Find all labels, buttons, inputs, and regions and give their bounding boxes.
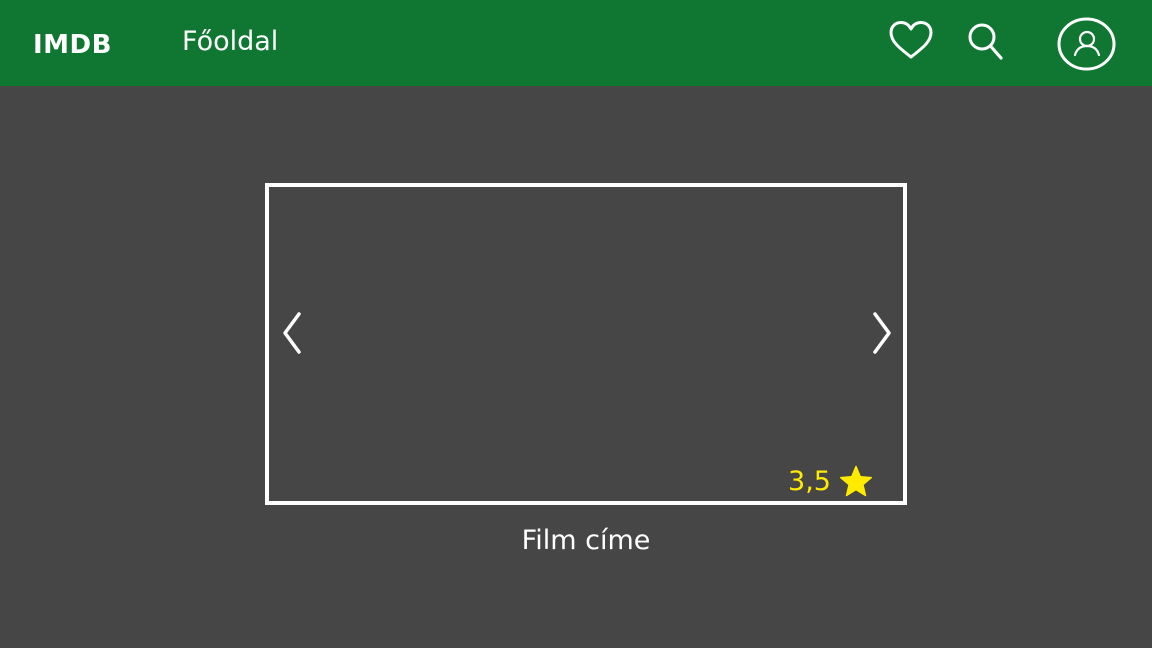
top-navbar: IMDB Főoldal (0, 0, 1152, 86)
film-title[interactable]: Film címe (265, 523, 907, 559)
logo[interactable]: IMDB (33, 27, 112, 63)
favorites-heart-icon[interactable] (888, 20, 934, 60)
search-icon[interactable] (967, 22, 1005, 62)
rating-display: 3,5 (788, 465, 873, 499)
star-icon (839, 465, 873, 499)
nav-link-home[interactable]: Főoldal (182, 24, 278, 60)
chevron-right-icon[interactable] (867, 310, 897, 356)
user-profile-icon[interactable] (1057, 17, 1116, 71)
movie-carousel[interactable]: 3,5 (265, 183, 907, 505)
chevron-left-icon[interactable] (277, 310, 307, 356)
rating-value: 3,5 (788, 466, 831, 497)
